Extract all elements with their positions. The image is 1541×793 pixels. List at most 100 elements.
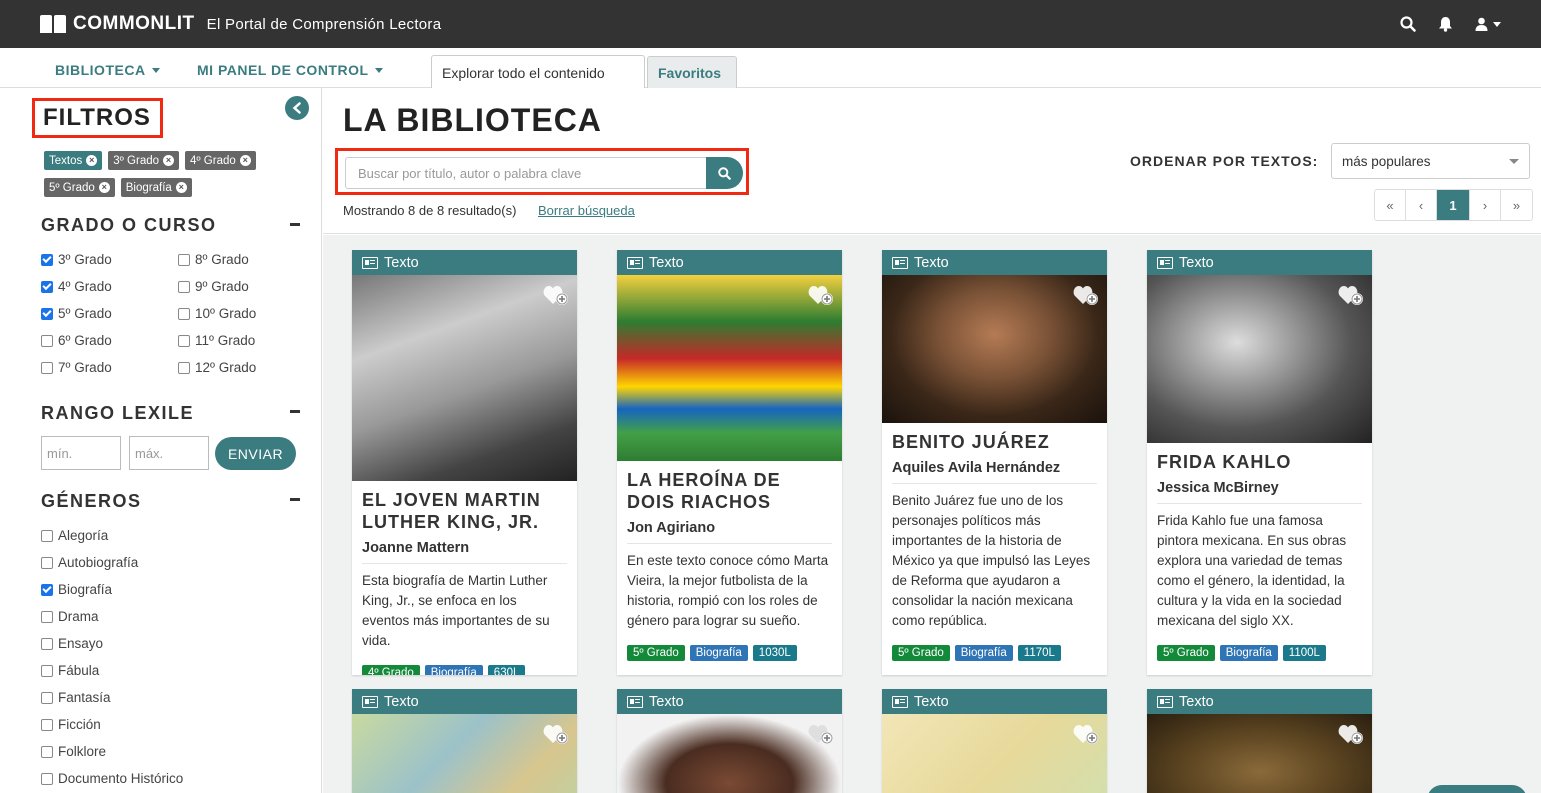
favorite-add-icon[interactable] <box>808 723 834 750</box>
page-current-button[interactable]: 1 <box>1437 190 1470 220</box>
help-button[interactable] <box>1427 785 1527 793</box>
grade-checkbox[interactable]: 6º Grado <box>41 333 112 348</box>
checkbox[interactable] <box>41 529 53 542</box>
page-last-button[interactable]: » <box>1501 190 1532 220</box>
filter-chip[interactable]: 4º Grado × <box>185 151 256 170</box>
search-input[interactable]: Buscar por título, autor o palabra clave <box>345 157 707 189</box>
checkbox[interactable] <box>41 361 53 374</box>
checkbox[interactable] <box>178 361 190 374</box>
text-card[interactable]: Texto LA HEROÍNA DE DOIS RIACHOS Jon Agi… <box>617 250 842 675</box>
genre-checkbox[interactable]: Alegoría <box>41 528 108 543</box>
nav-biblioteca[interactable]: BIBLIOTECA <box>55 62 160 78</box>
card-image[interactable] <box>352 714 577 793</box>
grade-checkbox[interactable]: 11º Grado <box>178 333 255 348</box>
grade-checkbox[interactable]: 9º Grado <box>178 279 249 294</box>
card-image[interactable] <box>1147 714 1372 793</box>
logo[interactable]: COMMONLIT El Portal de Comprensión Lecto… <box>40 13 441 35</box>
clear-search-link[interactable]: Borrar búsqueda <box>538 203 635 218</box>
text-card[interactable]: Texto <box>882 689 1107 793</box>
text-card[interactable]: Texto FRIDA KAHLO Jessica McBirney Frida… <box>1147 250 1372 675</box>
filter-chip[interactable]: Textos × <box>44 151 103 170</box>
card-title[interactable]: BENITO JUÁREZ <box>892 431 1097 453</box>
filter-chip[interactable]: 3º Grado × <box>108 151 180 170</box>
checkbox[interactable] <box>41 556 53 569</box>
checkbox[interactable] <box>41 253 53 266</box>
checkbox[interactable] <box>41 280 53 293</box>
grade-checkbox[interactable]: 4º Grado <box>41 279 112 294</box>
genre-checkbox[interactable]: Drama <box>41 609 99 624</box>
tab-favoritos[interactable]: Favoritos <box>647 56 737 89</box>
text-card[interactable]: Texto BENITO JUÁREZ Aquiles Avila Hernán… <box>882 250 1107 675</box>
filter-chip[interactable]: 5º Grado × <box>44 178 115 197</box>
favorite-add-icon[interactable] <box>1338 284 1364 311</box>
text-card[interactable]: Texto EL JOVEN MARTIN LUTHER KING, JR. J… <box>352 250 577 675</box>
close-icon[interactable]: × <box>86 155 98 166</box>
genre-checkbox[interactable]: Ficción <box>41 717 101 732</box>
genre-checkbox[interactable]: Ensayo <box>41 636 103 651</box>
close-icon[interactable]: × <box>98 182 110 193</box>
checkbox[interactable] <box>41 691 53 704</box>
grade-checkbox[interactable]: 3º Grado <box>41 252 112 267</box>
checkbox[interactable] <box>178 334 190 347</box>
minus-icon[interactable] <box>290 498 300 501</box>
favorite-add-icon[interactable] <box>1073 284 1099 311</box>
genre-checkbox[interactable]: Autobiografía <box>41 555 138 570</box>
card-image[interactable] <box>352 275 577 481</box>
favorite-add-icon[interactable] <box>543 284 569 311</box>
page-prev-button[interactable]: ‹ <box>1406 190 1437 220</box>
checkbox[interactable] <box>41 637 53 650</box>
bell-icon[interactable] <box>1438 16 1453 32</box>
minus-icon[interactable] <box>290 410 300 413</box>
user-icon[interactable] <box>1475 17 1501 31</box>
favorite-add-icon[interactable] <box>1338 723 1364 750</box>
search-button[interactable] <box>706 157 743 189</box>
send-button[interactable]: ENVIAR <box>215 437 296 470</box>
grade-checkbox[interactable]: 8º Grado <box>178 252 249 267</box>
grade-checkbox[interactable]: 7º Grado <box>41 360 112 375</box>
minus-icon[interactable] <box>290 223 300 226</box>
close-icon[interactable]: × <box>175 182 187 193</box>
search-icon[interactable] <box>1400 16 1416 32</box>
checkbox[interactable] <box>41 334 53 347</box>
favorite-add-icon[interactable] <box>808 284 834 311</box>
checkbox[interactable] <box>41 583 53 596</box>
checkbox[interactable] <box>41 772 53 785</box>
nav-panel[interactable]: MI PANEL DE CONTROL <box>197 62 383 78</box>
collapse-sidebar-button[interactable] <box>285 96 309 120</box>
lexile-max-input[interactable]: máx. <box>129 436 209 470</box>
checkbox[interactable] <box>178 280 190 293</box>
grade-checkbox[interactable]: 5º Grado <box>41 306 112 321</box>
checkbox[interactable] <box>41 610 53 623</box>
genre-checkbox[interactable]: Fábula <box>41 663 99 678</box>
card-title[interactable]: EL JOVEN MARTIN LUTHER KING, JR. <box>362 489 567 533</box>
card-image[interactable] <box>617 714 842 793</box>
close-icon[interactable]: × <box>239 155 251 166</box>
grade-checkbox[interactable]: 12º Grado <box>178 360 256 375</box>
page-first-button[interactable]: « <box>1375 190 1406 220</box>
genre-checkbox[interactable]: Fantasía <box>41 690 111 705</box>
card-image[interactable] <box>1147 275 1372 443</box>
close-icon[interactable]: × <box>163 155 175 166</box>
lexile-min-input[interactable]: mín. <box>41 436 121 470</box>
genre-checkbox[interactable]: Folklore <box>41 744 106 759</box>
sort-select[interactable]: más populares <box>1331 143 1530 179</box>
card-title[interactable]: LA HEROÍNA DE DOIS RIACHOS <box>627 469 832 513</box>
page-next-button[interactable]: › <box>1470 190 1501 220</box>
tab-explorar[interactable]: Explorar todo el contenido <box>431 55 645 89</box>
favorite-add-icon[interactable] <box>1073 723 1099 750</box>
favorite-add-icon[interactable] <box>543 723 569 750</box>
checkbox[interactable] <box>41 745 53 758</box>
checkbox[interactable] <box>41 718 53 731</box>
grade-checkbox[interactable]: 10º Grado <box>178 306 256 321</box>
checkbox[interactable] <box>41 664 53 677</box>
text-card[interactable]: Texto <box>352 689 577 793</box>
filter-chip[interactable]: Biografía × <box>120 178 192 197</box>
genre-checkbox[interactable]: Documento Histórico <box>41 771 183 786</box>
genre-checkbox[interactable]: Biografía <box>41 582 112 597</box>
checkbox[interactable] <box>178 253 190 266</box>
text-card[interactable]: Texto <box>1147 689 1372 793</box>
text-card[interactable]: Texto <box>617 689 842 793</box>
card-title[interactable]: FRIDA KAHLO <box>1157 451 1362 473</box>
card-image[interactable] <box>882 714 1107 793</box>
card-image[interactable] <box>882 275 1107 423</box>
